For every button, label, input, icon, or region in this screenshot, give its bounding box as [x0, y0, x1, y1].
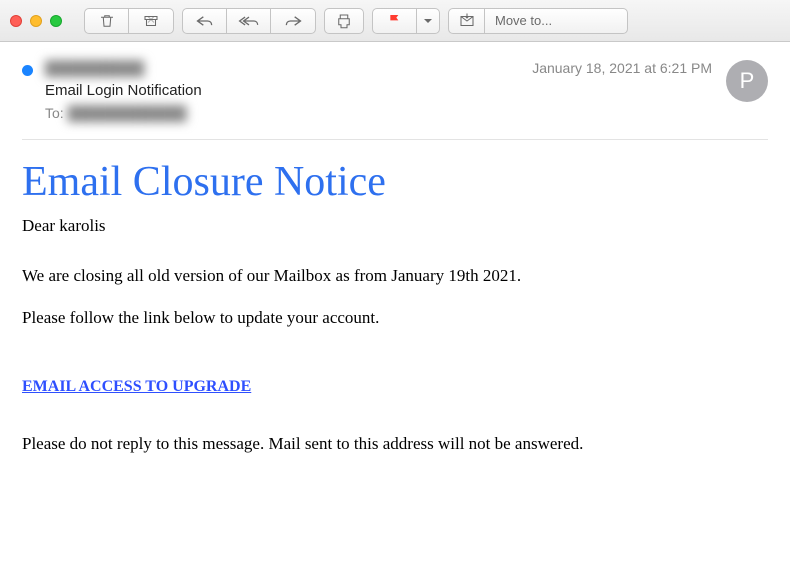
move-to-label: Move to... [485, 13, 627, 28]
move-to-icon [449, 9, 485, 33]
email-header: ██████████ Email Login Notification To: … [22, 60, 768, 131]
reply-button[interactable] [183, 9, 227, 33]
print-button[interactable] [325, 9, 363, 33]
date-field: January 18, 2021 at 6:21 PM [532, 60, 712, 76]
subject-field: Email Login Notification [45, 82, 532, 99]
avatar-initial: P [740, 68, 755, 94]
toolbar: Move to... [0, 0, 790, 42]
body-footer: Please do not reply to this message. Mai… [22, 434, 768, 454]
header-divider [22, 139, 768, 140]
email-body: Email Closure Notice Dear karolis We are… [22, 158, 768, 454]
delete-archive-group [84, 8, 174, 34]
window-controls [10, 15, 62, 27]
body-para-2: Please follow the link below to update y… [22, 306, 768, 330]
to-value: ████████████ [68, 105, 187, 121]
reply-all-button[interactable] [227, 9, 271, 33]
archive-button[interactable] [129, 9, 173, 33]
reply-group [182, 8, 316, 34]
flag-button[interactable] [373, 9, 417, 33]
close-window-button[interactable] [10, 15, 22, 27]
forward-button[interactable] [271, 9, 315, 33]
from-value: ██████████ [45, 60, 144, 76]
to-field: To: ████████████ [45, 105, 532, 121]
flag-group [372, 8, 440, 34]
delete-button[interactable] [85, 9, 129, 33]
email-content: ██████████ Email Login Notification To: … [0, 42, 790, 454]
upgrade-link[interactable]: EMAIL ACCESS TO UPGRADE [22, 378, 251, 396]
sender-avatar: P [726, 60, 768, 102]
body-greeting: Dear karolis [22, 216, 768, 236]
body-para-1: We are closing all old version of our Ma… [22, 264, 768, 288]
body-title: Email Closure Notice [22, 158, 768, 206]
maximize-window-button[interactable] [50, 15, 62, 27]
from-field: ██████████ [45, 60, 532, 76]
unread-indicator [22, 65, 33, 76]
print-group [324, 8, 364, 34]
flag-dropdown-button[interactable] [417, 9, 439, 33]
move-to-control[interactable]: Move to... [448, 8, 628, 34]
to-label: To: [45, 105, 64, 121]
minimize-window-button[interactable] [30, 15, 42, 27]
